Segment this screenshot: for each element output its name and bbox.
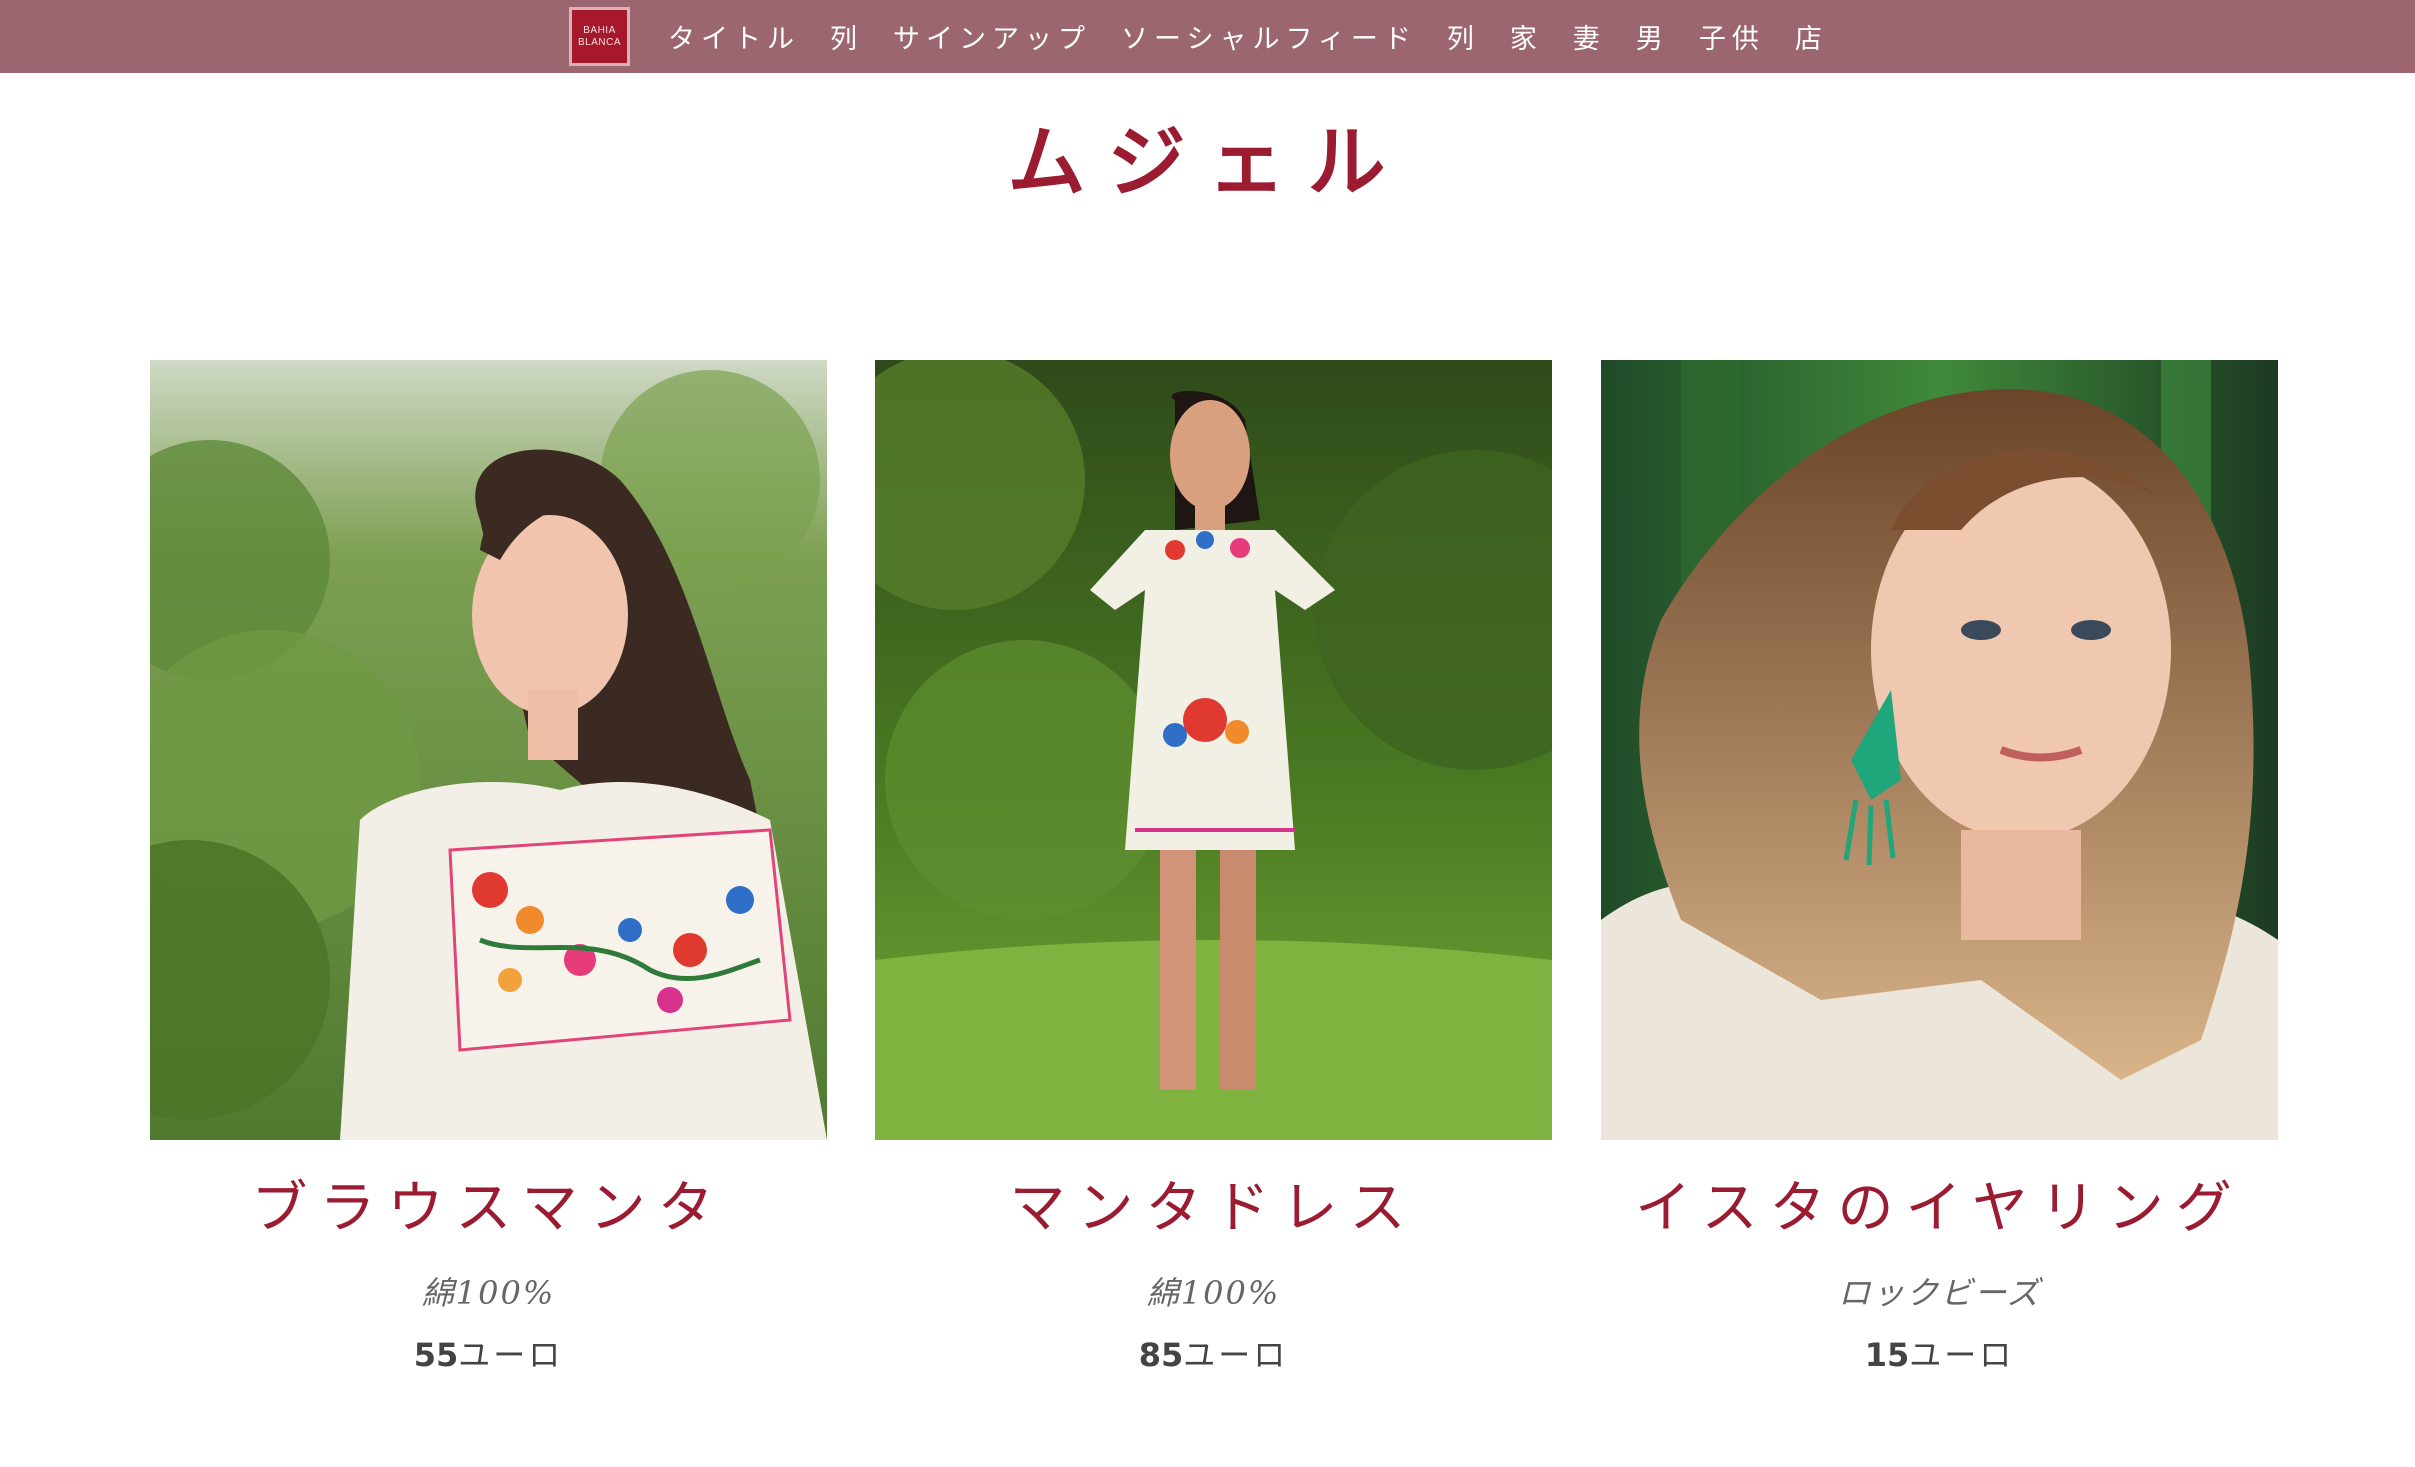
logo-text-line1: BAHIA	[583, 24, 616, 36]
product-card[interactable]: イスタのイヤリング ロックビーズ 15ユーロ	[1601, 360, 2278, 1376]
nav-links: タイトル 列 サインアップ ソーシャルフィード 列 家 妻 男 子供 店	[668, 0, 1858, 73]
product-photo[interactable]	[150, 360, 827, 1140]
page-title: ムジェル	[1007, 117, 1408, 208]
nav-link-column[interactable]: 列	[830, 17, 863, 56]
product-card[interactable]: マンタドレス 綿100% 85ユーロ	[875, 360, 1552, 1376]
nav-link-title[interactable]: タイトル	[668, 17, 800, 56]
price-amount: 55	[413, 1336, 459, 1374]
product-price: 85ユーロ	[875, 1330, 1552, 1376]
product-material: 綿100%	[1146, 1274, 1281, 1312]
price-currency: ユーロ	[1909, 1336, 2015, 1374]
nav-link-kids[interactable]: 子供	[1699, 17, 1765, 56]
nav-link-shop[interactable]: 店	[1795, 17, 1828, 56]
product-name[interactable]: ブラウスマンタ	[150, 1176, 827, 1242]
nav-link-social-feed[interactable]: ソーシャルフィード	[1121, 17, 1417, 56]
product-name[interactable]: イスタのイヤリング	[1601, 1176, 2278, 1242]
nav-link-men[interactable]: 男	[1636, 17, 1669, 56]
product-price: 15ユーロ	[1601, 1330, 2278, 1376]
product-material: 綿100%	[421, 1274, 556, 1312]
price-currency: ユーロ	[458, 1336, 564, 1374]
product-photo[interactable]	[875, 360, 1552, 1140]
product-price: 55ユーロ	[150, 1330, 827, 1376]
price-amount: 15	[1864, 1336, 1910, 1374]
price-amount: 85	[1138, 1336, 1184, 1374]
price-currency: ユーロ	[1183, 1336, 1289, 1374]
brand-logo[interactable]: BAHIA BLANCA	[569, 7, 630, 66]
product-card[interactable]: ブラウスマンタ 綿100% 55ユーロ	[150, 360, 827, 1376]
product-name[interactable]: マンタドレス	[875, 1176, 1552, 1242]
logo-text-line2: BLANCA	[577, 36, 621, 48]
nav-link-home[interactable]: 家	[1510, 17, 1543, 56]
product-photo[interactable]	[1601, 360, 2278, 1140]
nav-link-women[interactable]: 妻	[1573, 17, 1606, 56]
nav-link-column-2[interactable]: 列	[1447, 17, 1480, 56]
navbar: BAHIA BLANCA タイトル 列 サインアップ ソーシャルフィード 列 家…	[0, 0, 2415, 73]
product-material: ロックビーズ	[1838, 1274, 2041, 1312]
nav-link-signup[interactable]: サインアップ	[893, 17, 1091, 56]
